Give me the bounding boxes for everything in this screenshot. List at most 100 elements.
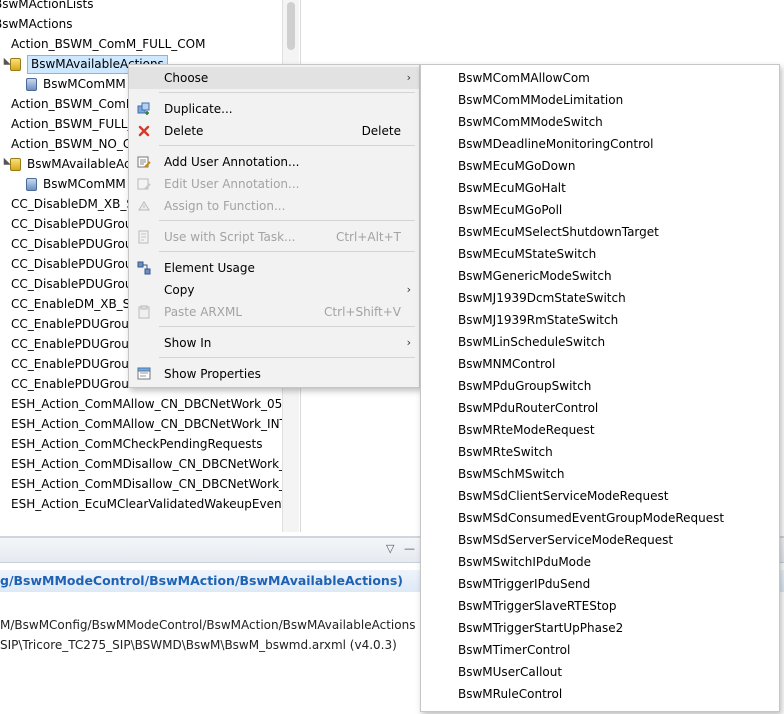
menu-item-element-usage[interactable]: Element Usage: [129, 257, 419, 279]
submenu-item[interactable]: BswMPduGroupSwitch: [421, 375, 779, 397]
submenu-item[interactable]: BswMJ1939DcmStateSwitch: [421, 287, 779, 309]
submenu-item[interactable]: BswMJ1939RmStateSwitch: [421, 309, 779, 331]
submenu-item[interactable]: BswMSdClientServiceModeRequest: [421, 485, 779, 507]
tree-row[interactable]: ESH_Action_ComMAllow_CN_DBCNetWork_INT: [0, 414, 300, 434]
script-task-icon: [137, 230, 151, 244]
submenu-item[interactable]: BswMComMAllowCom: [421, 67, 779, 89]
submenu-item[interactable]: BswMEcuMGoPoll: [421, 199, 779, 221]
tree-row-label: BswMActionLists: [0, 0, 94, 11]
menu-separator: [159, 326, 415, 327]
submenu-item[interactable]: BswMDeadlineMonitoringControl: [421, 133, 779, 155]
submenu-item-label: BswMComMModeLimitation: [458, 93, 624, 107]
submenu-item[interactable]: BswMEcuMStateSwitch: [421, 243, 779, 265]
tree-row[interactable]: BswMActionLists: [0, 0, 300, 14]
menu-item-show-in[interactable]: Show In ›: [129, 332, 419, 354]
tree-row[interactable]: BswMActions: [0, 14, 300, 34]
tree-row[interactable]: ESH_Action_ComMAllow_CN_DBCNetWork_05c: [0, 394, 300, 414]
submenu-item[interactable]: BswMEcuMGoHalt: [421, 177, 779, 199]
menu-item-label: Edit User Annotation...: [164, 177, 300, 191]
menu-item-assign-function[interactable]: Assign to Function...: [129, 195, 419, 217]
submenu-item[interactable]: BswMUserCallout: [421, 661, 779, 683]
menu-item-shortcut: Delete: [361, 124, 401, 138]
minimize-button[interactable]: —: [404, 542, 415, 555]
submenu-item[interactable]: BswMEcuMGoDown: [421, 155, 779, 177]
menu-item-add-annotation[interactable]: Add User Annotation...: [129, 151, 419, 173]
tree-row-label: ESH_Action_ComMAllow_CN_DBCNetWork_INT: [11, 417, 287, 431]
menu-item-label: Copy: [164, 283, 195, 297]
menu-item-edit-annotation[interactable]: Edit User Annotation...: [129, 173, 419, 195]
submenu-item-label: BswMDeadlineMonitoringControl: [458, 137, 654, 151]
submenu-item[interactable]: BswMComMModeLimitation: [421, 89, 779, 111]
choose-submenu: BswMComMAllowCom BswMComMModeLimitation Bs…: [420, 64, 780, 712]
submenu-item-label: BswMTriggerSlaveRTEStop: [458, 599, 617, 613]
menu-item-script-task[interactable]: Use with Script Task... Ctrl+Alt+T: [129, 226, 419, 248]
submenu-item[interactable]: BswMTimerControl: [421, 639, 779, 661]
submenu-item-label: BswMEcuMGoDown: [458, 159, 576, 173]
submenu-item-label: BswMComMModeSwitch: [458, 115, 603, 129]
tree-row-label: BswMComMM: [43, 177, 126, 191]
menu-separator: [159, 92, 415, 93]
menu-item-copy[interactable]: Copy ›: [129, 279, 419, 301]
properties-file-line: SIP\Tricore_TC275_SIP\BSWMD\BswM\BswM_bs…: [0, 638, 397, 652]
context-menu: Choose › Duplicate... Delete Delete Add …: [128, 64, 420, 388]
submenu-item[interactable]: BswMTriggerStartUpPhase2: [421, 617, 779, 639]
element-icon: [26, 78, 37, 91]
submenu-item[interactable]: BswMSchMSwitch: [421, 463, 779, 485]
submenu-item[interactable]: BswMGenericModeSwitch: [421, 265, 779, 287]
tree-row[interactable]: ESH_Action_ComMDisallow_CN_DBCNetWork_I: [0, 474, 300, 494]
tree-row-label: BswMComMM: [43, 77, 126, 91]
submenu-item[interactable]: BswMEcuMSelectShutdownTarget: [421, 221, 779, 243]
path-title-text: g/BswMModeControl/BswMAction/BswMAvailab…: [0, 573, 403, 588]
menu-item-paste-arxml[interactable]: Paste ARXML Ctrl+Shift+V: [129, 301, 419, 323]
tree-row[interactable]: ESH_Action_EcuMClearValidatedWakeupEvent…: [0, 494, 300, 514]
submenu-item-label: BswMSdServerServiceModeRequest: [458, 533, 674, 547]
container-icon: [10, 158, 21, 171]
menu-item-label: Delete: [164, 124, 204, 138]
submenu-item[interactable]: BswMTriggerIPduSend: [421, 573, 779, 595]
submenu-item-label: BswMTriggerIPduSend: [458, 577, 591, 591]
submenu-item-label: BswMSchMSwitch: [458, 467, 565, 481]
menu-item-delete[interactable]: Delete Delete: [129, 120, 419, 142]
tree-row-label: CC_EnablePDUGrou: [11, 357, 129, 371]
submenu-item[interactable]: BswMPduRouterControl: [421, 397, 779, 419]
tree-row-label: ESH_Action_ComMCheckPendingRequests: [11, 437, 263, 451]
submenu-item[interactable]: BswMRteModeRequest: [421, 419, 779, 441]
menu-item-show-properties[interactable]: Show Properties: [129, 363, 419, 385]
submenu-item[interactable]: BswMSwitchIPduMode: [421, 551, 779, 573]
submenu-item[interactable]: BswMSdServerServiceModeRequest: [421, 529, 779, 551]
submenu-item-label: BswMUserCallout: [458, 665, 563, 679]
submenu-item[interactable]: BswMSdConsumedEventGroupModeRequest: [421, 507, 779, 529]
tree-row[interactable]: ESH_Action_ComMCheckPendingRequests: [0, 434, 300, 454]
submenu-item[interactable]: BswMTriggerSlaveRTEStop: [421, 595, 779, 617]
submenu-item[interactable]: BswMComMModeSwitch: [421, 111, 779, 133]
menu-item-duplicate[interactable]: Duplicate...: [129, 98, 419, 120]
view-menu-icon[interactable]: ▽: [386, 542, 394, 555]
menu-item-choose[interactable]: Choose ›: [129, 67, 419, 89]
submenu-item[interactable]: BswMRuleControl: [421, 683, 779, 705]
tree-row-label: Action_BSWM_ComM_FULL_COM: [11, 37, 206, 51]
tree-scrollbar-thumb[interactable]: [287, 2, 295, 50]
tree-row-label: CC_DisablePDUGrou: [11, 257, 133, 271]
menu-item-label: Show In: [164, 336, 212, 350]
submenu-item-label: BswMRteSwitch: [458, 445, 553, 459]
menu-item-label: Show Properties: [164, 367, 261, 381]
tree-row-label: ESH_Action_EcuMClearValidatedWakeupEvent…: [11, 497, 293, 511]
element-usage-icon: [137, 261, 151, 275]
submenu-item-label: BswMEcuMGoHalt: [458, 181, 566, 195]
duplicate-icon: [137, 102, 151, 116]
add-annotation-icon: [137, 155, 151, 169]
tree-row[interactable]: Action_BSWM_ComM_FULL_COM: [0, 34, 300, 54]
element-icon: [26, 178, 37, 191]
tree-row[interactable]: ESH_Action_ComMDisallow_CN_DBCNetWork_(: [0, 454, 300, 474]
menu-separator: [159, 251, 415, 252]
submenu-item[interactable]: BswMLinScheduleSwitch: [421, 331, 779, 353]
tree-row-label: Action_BSWM_FULL_: [11, 117, 134, 131]
submenu-item[interactable]: BswMRteSwitch: [421, 441, 779, 463]
submenu-item-label: BswMRuleControl: [458, 687, 563, 701]
submenu-item-label: BswMTimerControl: [458, 643, 571, 657]
submenu-item-label: BswMEcuMStateSwitch: [458, 247, 597, 261]
tree-row-label: CC_DisableDM_XB_S: [11, 197, 134, 211]
submenu-item-label: BswMNMControl: [458, 357, 556, 371]
tree-row-label: CC_EnablePDUGrou: [11, 337, 129, 351]
submenu-item[interactable]: BswMNMControl: [421, 353, 779, 375]
